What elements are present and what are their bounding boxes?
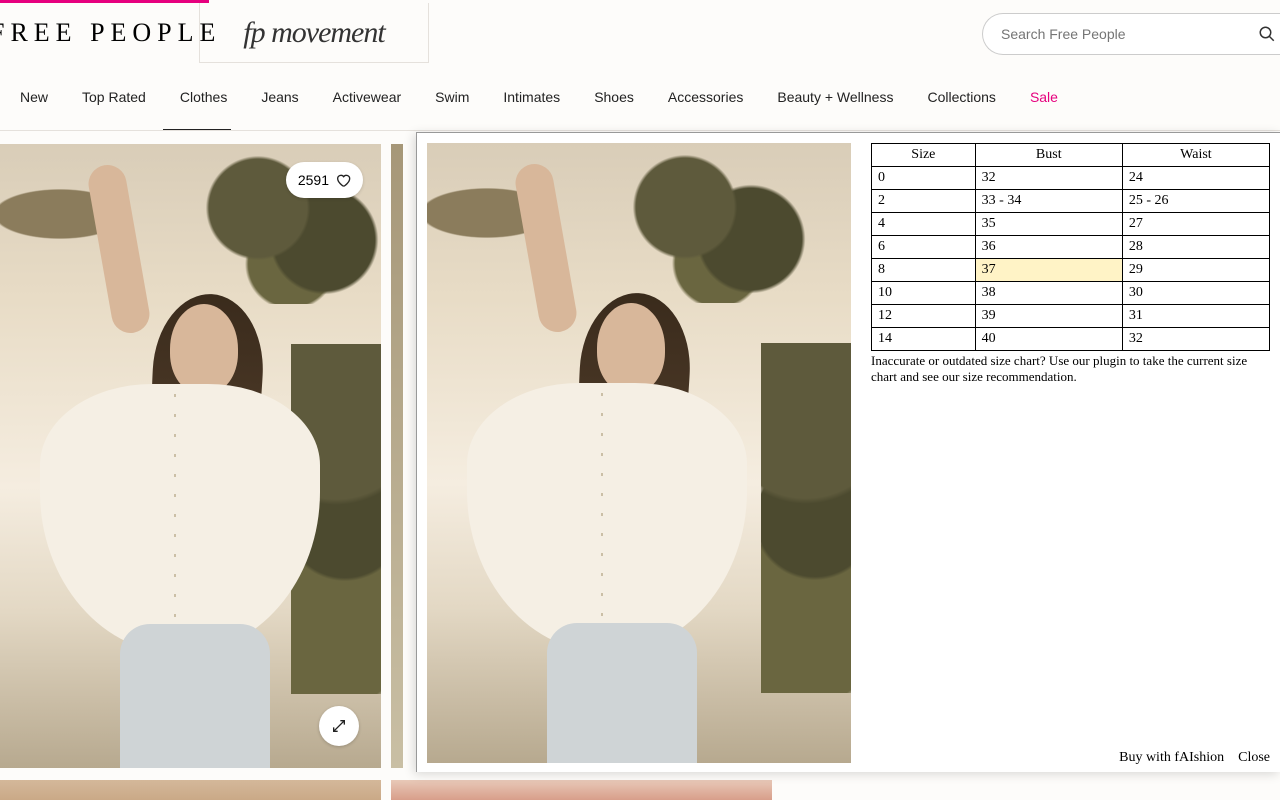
size-chart-table: SizeBustWaist03224233 - 3425 - 264352763… (871, 143, 1270, 351)
size-chart-row: 123931 (872, 305, 1270, 328)
expand-image-button[interactable] (319, 706, 359, 746)
size-chart-header: Size (872, 144, 976, 167)
nav-item-intimates[interactable]: Intimates (503, 89, 560, 105)
site-header: FREE PEOPLE fp movement (0, 3, 1280, 63)
close-overlay-button[interactable]: Close (1238, 750, 1270, 766)
size-chart-cell: 37 (975, 259, 1122, 282)
nav-item-accessories[interactable]: Accessories (668, 89, 743, 105)
nav-item-jeans[interactable]: Jeans (261, 89, 298, 105)
size-chart-row: 63628 (872, 236, 1270, 259)
next-products-row (0, 780, 772, 800)
size-chart-row: 43527 (872, 213, 1270, 236)
size-chart-cell: 29 (1122, 259, 1269, 282)
size-chart-cell: 6 (872, 236, 976, 259)
nav-item-activewear[interactable]: Activewear (333, 89, 401, 105)
size-chart-overlay: SizeBustWaist03224233 - 3425 - 264352763… (416, 132, 1280, 772)
size-chart-cell: 10 (872, 282, 976, 305)
primary-nav: New Top Rated Clothes Jeans Activewear Swim In… (0, 63, 1280, 131)
expand-icon (331, 718, 347, 734)
size-chart-cell: 30 (1122, 282, 1269, 305)
nav-item-collections[interactable]: Collections (927, 89, 995, 105)
size-chart-cell: 2 (872, 190, 976, 213)
like-button[interactable]: 2591 (286, 162, 363, 198)
nav-item-top-rated[interactable]: Top Rated (82, 89, 146, 105)
size-chart-cell: 33 - 34 (975, 190, 1122, 213)
nav-item-clothes[interactable]: Clothes (180, 89, 227, 105)
size-chart-row: 233 - 3425 - 26 (872, 190, 1270, 213)
size-chart-cell: 40 (975, 328, 1122, 351)
size-chart-cell: 38 (975, 282, 1122, 305)
size-chart-row: 144032 (872, 328, 1270, 351)
size-chart-cell: 24 (1122, 167, 1269, 190)
size-chart-cell: 32 (975, 167, 1122, 190)
product-image-peek[interactable] (391, 144, 403, 768)
search-box[interactable] (982, 13, 1280, 55)
size-chart-row: 83729 (872, 259, 1270, 282)
size-chart-cell: 32 (1122, 328, 1269, 351)
size-chart-cell: 8 (872, 259, 976, 282)
like-count: 2591 (298, 172, 329, 188)
nav-item-swim[interactable]: Swim (435, 89, 469, 105)
product-image-main[interactable]: 2591 (0, 144, 381, 768)
size-chart-row: 03224 (872, 167, 1270, 190)
size-chart-cell: 31 (1122, 305, 1269, 328)
size-chart-cell: 0 (872, 167, 976, 190)
product-thumb[interactable] (0, 780, 381, 800)
nav-item-new[interactable]: New (20, 89, 48, 105)
size-chart-header: Waist (1122, 144, 1269, 167)
size-chart-cell: 12 (872, 305, 976, 328)
search-icon[interactable] (1258, 25, 1276, 43)
nav-item-beauty-wellness[interactable]: Beauty + Wellness (777, 89, 893, 105)
heart-icon (335, 172, 351, 188)
buy-with-faishion-link[interactable]: Buy with fAIshion (1119, 750, 1224, 766)
product-thumb[interactable] (391, 780, 772, 800)
size-chart-cell: 28 (1122, 236, 1269, 259)
logo-fp-movement[interactable]: fp movement (199, 3, 429, 63)
size-chart-cell: 39 (975, 305, 1122, 328)
overlay-product-image (427, 143, 851, 763)
size-chart-row: 103830 (872, 282, 1270, 305)
size-chart-disclaimer: Inaccurate or outdated size chart? Use o… (871, 353, 1270, 386)
size-chart-cell: 27 (1122, 213, 1269, 236)
nav-item-shoes[interactable]: Shoes (594, 89, 634, 105)
size-chart-cell: 35 (975, 213, 1122, 236)
size-chart-cell: 25 - 26 (1122, 190, 1269, 213)
size-chart-cell: 36 (975, 236, 1122, 259)
size-chart-cell: 14 (872, 328, 976, 351)
logo-free-people[interactable]: FREE PEOPLE (0, 18, 199, 48)
size-chart-cell: 4 (872, 213, 976, 236)
size-chart-header: Bust (975, 144, 1122, 167)
nav-item-sale[interactable]: Sale (1030, 89, 1058, 105)
search-input[interactable] (1001, 26, 1241, 42)
